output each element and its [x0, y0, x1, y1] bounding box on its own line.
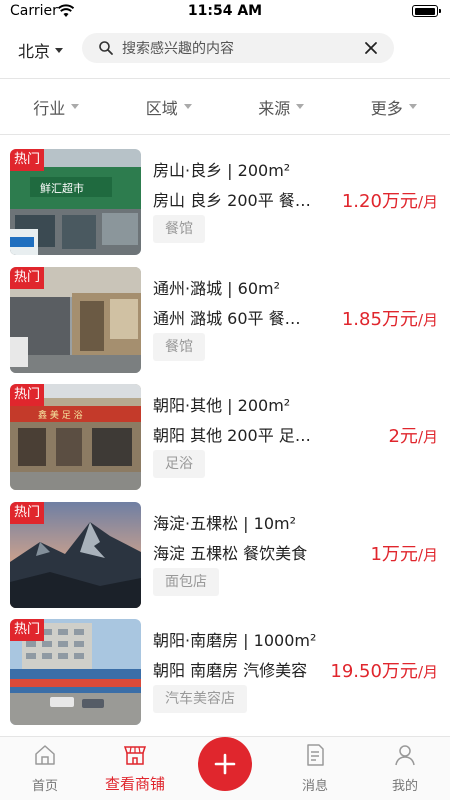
chevron-down-icon — [408, 104, 417, 109]
message-icon — [307, 744, 324, 766]
listing-description: 朝阳 其他 200平 足浴按摩 — [153, 426, 313, 445]
listing-card[interactable]: 鲜汇超市 热门 房山·良乡 | 200m² 房山 良乡 200平 餐饮美食 餐馆… — [0, 145, 450, 263]
plus-icon — [214, 753, 236, 775]
listing-description: 通州 潞城 60平 餐饮美食 — [153, 308, 313, 328]
area-unit: m² — [274, 513, 297, 533]
category-tag: 餐馆 — [153, 332, 205, 361]
tab-label: 首页 — [31, 779, 58, 794]
search-icon — [99, 41, 113, 55]
listing-image: 热门 — [10, 266, 141, 373]
category-tag: 足浴 — [153, 450, 205, 478]
home-icon — [35, 745, 55, 765]
tab-label: 我的 — [391, 779, 418, 794]
listing-description: 海淀 五棵松 餐饮美食 — [153, 543, 308, 563]
status-bar: Carrier 11:54 AM — [0, 0, 450, 24]
filter-industry[interactable]: 行业 — [0, 79, 113, 134]
listing-title: 海淀·五棵松 | 10m² — [153, 513, 297, 533]
chevron-down-icon — [55, 47, 64, 53]
category-tag: 餐馆 — [153, 215, 205, 243]
search-input[interactable]: 搜索感兴趣的内容 — [122, 38, 364, 58]
tab-label: 查看商铺 — [104, 775, 165, 793]
city-label: 北京 — [18, 42, 51, 61]
filter-label: 区域 — [145, 98, 178, 118]
listing-card[interactable]: 热门 朝阳·南磨房 | 1000m² 朝阳 南磨房 汽修美容 汽车美容店 19.… — [0, 615, 450, 733]
category-tag: 面包店 — [153, 567, 219, 596]
chevron-down-icon — [71, 104, 80, 109]
chevron-down-icon — [183, 104, 192, 109]
tab-shops[interactable]: 查看商铺 — [90, 737, 180, 800]
listing-image: 鑫 美 足 浴 热门 — [10, 384, 141, 490]
add-listing-button[interactable] — [198, 737, 252, 791]
area-unit: m² — [294, 631, 317, 650]
listing-card[interactable]: 热门 海淀·五棵松 | 10m² 海淀 五棵松 餐饮美食 面包店 1万元/月 — [0, 498, 450, 616]
listing-price: 2元/月 — [388, 426, 438, 447]
listing-image: 热门 — [10, 619, 141, 725]
battery-icon — [412, 5, 441, 17]
filter-bar: 行业 区域 来源 更多 — [0, 78, 450, 135]
store-icon — [123, 746, 147, 765]
listing-price: 1.20万元/月 — [341, 191, 438, 212]
listing-description: 房山 良乡 200平 餐饮美食 — [153, 191, 313, 210]
tab-home[interactable]: 首页 — [0, 737, 90, 800]
search-bar[interactable]: 搜索感兴趣的内容 — [82, 33, 394, 63]
area-unit: m² — [268, 161, 291, 180]
city-selector[interactable]: 北京 — [18, 38, 64, 62]
chevron-down-icon — [296, 104, 305, 109]
listing-card[interactable]: 鑫 美 足 浴 热门 朝阳·其他 | 200m² 朝阳 其他 200平 足浴按摩… — [0, 380, 450, 498]
listing-title: 朝阳·南磨房 | 1000m² — [153, 631, 317, 650]
hot-badge: 热门 — [10, 149, 45, 171]
tab-profile[interactable]: 我的 — [360, 737, 450, 800]
listing-list: 鲜汇超市 热门 房山·良乡 | 200m² 房山 良乡 200平 餐饮美食 餐馆… — [0, 145, 450, 733]
filter-region[interactable]: 区域 — [113, 79, 226, 134]
filter-label: 行业 — [33, 98, 66, 118]
listing-description: 朝阳 南磨房 汽修美容 — [153, 661, 308, 680]
filter-more[interactable]: 更多 — [338, 79, 450, 134]
listing-price: 1万元/月 — [370, 543, 438, 565]
hot-badge: 热门 — [10, 501, 45, 524]
listing-image: 热门 — [10, 501, 141, 608]
tab-messages[interactable]: 消息 — [270, 737, 360, 800]
top-bar: 北京 搜索感兴趣的内容 — [0, 24, 450, 74]
listing-title: 朝阳·其他 | 200m² — [153, 396, 291, 415]
status-time: 11:54 AM — [187, 3, 263, 19]
area-unit: m² — [258, 278, 281, 298]
filter-source[interactable]: 来源 — [225, 79, 338, 134]
hot-badge: 热门 — [10, 384, 45, 406]
close-icon[interactable] — [364, 41, 378, 55]
filter-label: 更多 — [370, 98, 403, 118]
category-tag: 汽车美容店 — [153, 685, 247, 713]
profile-icon — [395, 745, 415, 766]
listing-card[interactable]: 热门 通州·潞城 | 60m² 通州 潞城 60平 餐饮美食 餐馆 1.85万元… — [0, 263, 450, 381]
listing-title: 通州·潞城 | 60m² — [153, 278, 281, 298]
svg-text:鑫 美 足 浴: 鑫 美 足 浴 — [38, 409, 83, 421]
area-unit: m² — [268, 396, 291, 415]
svg-text:鲜汇超市: 鲜汇超市 — [40, 181, 84, 195]
listing-price: 19.50万元/月 — [330, 661, 438, 682]
listing-title: 房山·良乡 | 200m² — [153, 161, 291, 180]
hot-badge: 热门 — [10, 266, 45, 289]
hot-badge: 热门 — [10, 619, 45, 641]
tab-label: 消息 — [301, 779, 328, 794]
listing-image: 鲜汇超市 热门 — [10, 149, 141, 255]
listing-price: 1.85万元/月 — [341, 308, 438, 330]
filter-label: 来源 — [258, 98, 291, 118]
